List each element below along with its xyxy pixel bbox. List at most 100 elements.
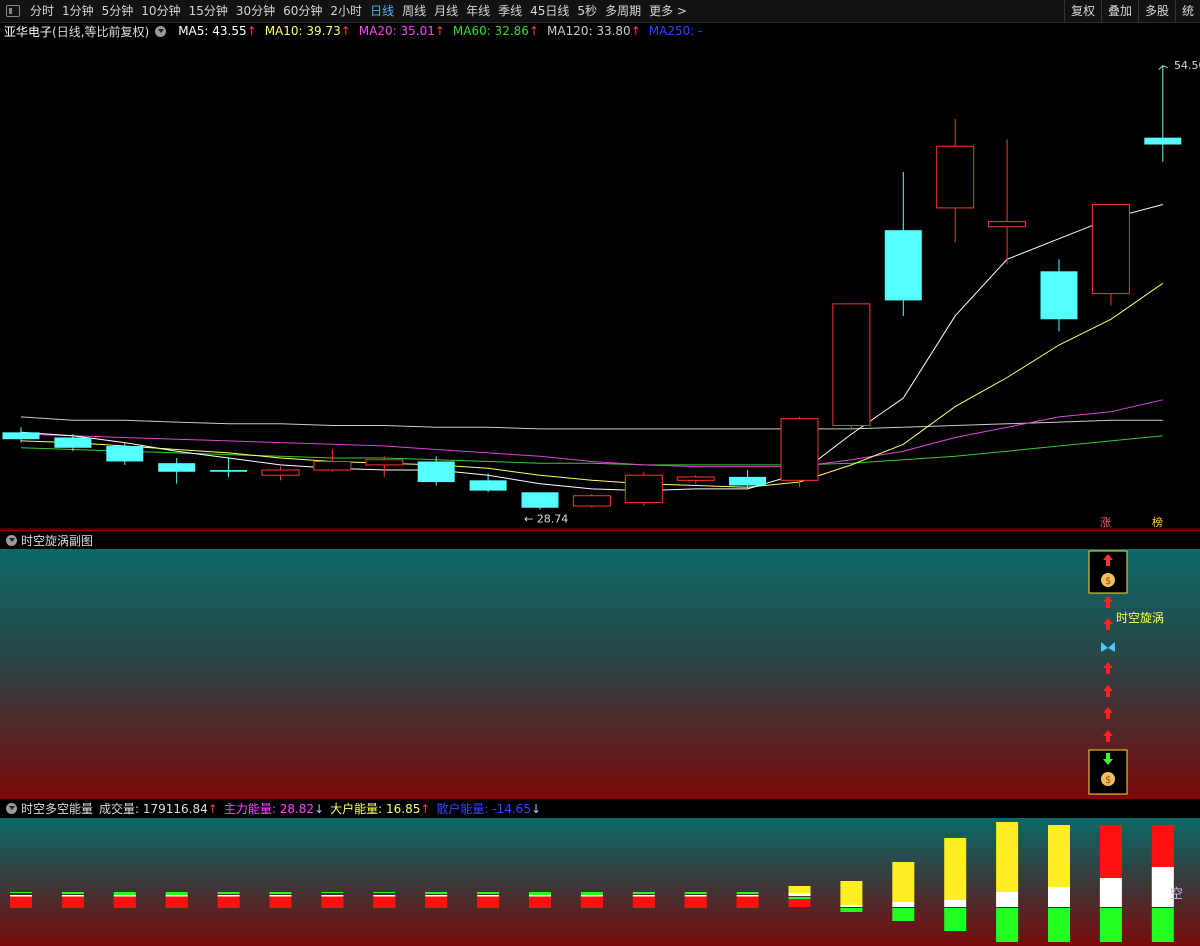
energy-corner-label: 空 — [1170, 887, 1183, 902]
energy-bar-red — [477, 899, 500, 908]
energy-bar-green — [1099, 908, 1122, 942]
energy-bar-white — [684, 895, 707, 897]
energy-bar-green — [373, 892, 396, 893]
energy-bar-yellow — [996, 822, 1019, 892]
period-tab-13[interactable]: 45日线 — [526, 0, 573, 22]
energy-header: 时空多空能量 成交量: 179116.84↑ 主力能量: 28.82↓ 大户能量: … — [0, 798, 1200, 817]
energy-bar-white — [632, 895, 655, 897]
period-tab-3[interactable]: 10分钟 — [137, 0, 184, 22]
energy-bar-white — [996, 892, 1019, 907]
candle-body — [988, 221, 1027, 228]
subchart-title: 时空旋涡副图 — [21, 533, 94, 548]
energy-bar-red — [529, 899, 551, 908]
candle-body — [832, 303, 871, 426]
candle-body — [624, 474, 663, 504]
period-tab-2[interactable]: 5分钟 — [98, 0, 138, 22]
ma-legend-item-0: MA5: 43.55 — [178, 24, 247, 38]
candle-body — [729, 476, 767, 486]
candle-body — [936, 145, 975, 209]
period-tab-8[interactable]: 日线 — [366, 0, 398, 22]
energy-bar-yellow — [788, 886, 811, 893]
sidebar-toggle-icon[interactable] — [6, 5, 20, 17]
energy-bar-white — [61, 895, 84, 897]
subchart-header: 时空旋涡副图 — [0, 530, 1200, 549]
energy-bar-green — [892, 908, 915, 921]
energy-bar-green — [944, 908, 967, 931]
period-toolbar: 分时 1分钟 5分钟 10分钟 15分钟 30分钟 60分钟 2小时 日线 周线 月线 年线 季线 45日… — [0, 0, 1200, 23]
energy-bar-red — [10, 899, 32, 908]
tag-bang: 榜 — [1152, 515, 1163, 529]
low-price-label: ← 28.74 — [524, 512, 568, 525]
period-tab-1[interactable]: 1分钟 — [58, 0, 98, 22]
energy-bar-white — [736, 895, 759, 897]
chart-background — [0, 40, 1200, 530]
energy-bar-white — [580, 895, 603, 897]
subchart-collapse-icon[interactable] — [6, 534, 17, 546]
energy-legend: 成交量: 179116.84↑ 主力能量: 28.82↓ 大户能量: 16.85↑ 散… — [93, 800, 541, 817]
toolbar-right-button-3[interactable]: 统 — [1174, 0, 1200, 22]
energy-bar-green — [1048, 908, 1070, 942]
candle-body — [1040, 271, 1078, 320]
ma-legend-item-2: MA20: 35.01 — [358, 24, 435, 38]
candle-body — [469, 480, 507, 491]
energy-background — [0, 818, 1200, 946]
stock-name: 亚华电子 — [4, 24, 53, 39]
vortex-subchart: $ $ 时空旋涡 — [0, 549, 1200, 798]
energy-bar-green — [165, 892, 188, 895]
candle-body — [676, 476, 715, 481]
energy-bar-green — [580, 892, 603, 895]
ma-legend: MA5: 43.55↑ MA10: 39.73↑ MA20: 35.01↑ MA60:… — [170, 24, 702, 38]
energy-bar-white — [944, 900, 967, 907]
energy-bar-yellow — [944, 838, 967, 900]
energy-bar-white — [165, 895, 188, 897]
period-tab-14[interactable]: 5秒 — [573, 0, 601, 22]
money-bag-icon-bottom-symbol: $ — [1105, 775, 1111, 786]
energy-bar-green — [269, 892, 292, 894]
energy-bar-green — [788, 897, 811, 899]
energy-legend-item-2: 大户能量: 16.85 — [330, 801, 421, 816]
energy-bar-red — [684, 899, 707, 908]
energy-bar-white — [788, 893, 811, 896]
toolbar-right-button-0[interactable]: 复权 — [1063, 0, 1101, 22]
energy-bar-red — [632, 899, 655, 908]
toolbar-right-button-1[interactable]: 叠加 — [1100, 0, 1138, 22]
ma-legend-item-1: MA10: 39.73 — [264, 24, 341, 38]
energy-bar-white — [840, 905, 863, 907]
ma-arrow-icon: ↑ — [434, 24, 445, 38]
energy-arrow-icon: ↓ — [530, 801, 542, 816]
energy-bar-green — [321, 892, 344, 893]
energy-bar-green — [840, 908, 863, 912]
period-tab-12[interactable]: 季线 — [494, 0, 526, 22]
toolbar-right-buttons: 复权 叠加 多股统 — [1063, 0, 1200, 22]
energy-collapse-icon[interactable] — [6, 802, 17, 814]
period-tab-7[interactable]: 2小时 — [326, 0, 366, 22]
period-tabs: 分时 1分钟 5分钟 10分钟 15分钟 30分钟 60分钟 2小时 日线 周线 月线 年线 季线 45日… — [26, 0, 691, 22]
candle-body — [417, 461, 455, 483]
period-tab-9[interactable]: 周线 — [398, 0, 430, 22]
period-tab-0[interactable]: 分时 — [26, 0, 58, 22]
period-tab-15[interactable]: 多周期 — [601, 0, 645, 22]
candle-body — [158, 463, 196, 472]
energy-bar-yellow — [840, 881, 863, 905]
energy-bar-red — [1099, 825, 1122, 872]
period-tab-10[interactable]: 月线 — [430, 0, 462, 22]
toolbar-right-button-2[interactable]: 多股 — [1137, 0, 1175, 22]
energy-bar-white — [269, 895, 292, 897]
period-tab-4[interactable]: 15分钟 — [185, 0, 232, 22]
energy-bar-green — [61, 892, 84, 894]
period-tab-6[interactable]: 60分钟 — [279, 0, 326, 22]
candle-body — [780, 418, 819, 481]
energy-bar-white — [373, 895, 396, 897]
energy-bar-green — [217, 892, 240, 894]
energy-bar-red — [1151, 825, 1174, 869]
candle-body — [313, 460, 352, 471]
energy-bar-white — [113, 895, 136, 897]
period-tab-5[interactable]: 30分钟 — [232, 0, 279, 22]
energy-bar-green — [529, 892, 551, 895]
period-tab-11[interactable]: 年线 — [462, 0, 494, 22]
candle-body — [54, 437, 92, 448]
energy-bar-red — [373, 899, 396, 908]
high-price-label: 54.50 — [1174, 59, 1200, 72]
period-tab-16[interactable]: 更多 > — [645, 0, 691, 22]
ma-settings-dropdown-icon[interactable] — [155, 25, 167, 37]
